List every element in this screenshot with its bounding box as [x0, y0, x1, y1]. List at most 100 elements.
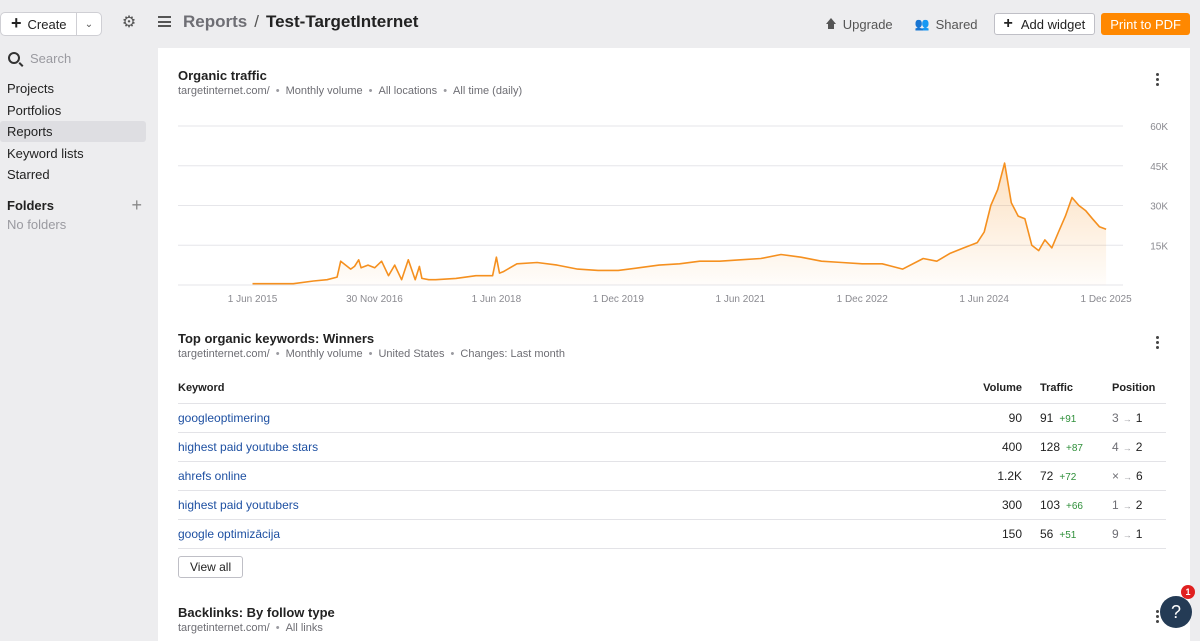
keyword-link[interactable]: ahrefs online	[178, 469, 247, 483]
shared-button[interactable]: 👥 Shared	[915, 17, 978, 32]
position-from: 1	[1112, 497, 1119, 512]
traffic-cell: 72 +72	[1022, 461, 1098, 491]
x-tick-label: 30 Nov 2016	[346, 294, 403, 305]
sidebar-item-reports[interactable]: Reports	[0, 121, 146, 142]
column-position[interactable]: Position	[1098, 373, 1166, 404]
table-row[interactable]: ahrefs online 1.2K 72 +72 × → 6	[178, 461, 1166, 491]
meta-target: targetinternet.com/	[178, 622, 270, 634]
create-button[interactable]: + Create	[1, 13, 77, 35]
traffic-delta: +72	[1059, 471, 1077, 483]
position-from: 4	[1112, 439, 1119, 454]
volume-cell: 400	[942, 432, 1022, 462]
column-keyword[interactable]: Keyword	[178, 373, 942, 404]
position-cell: 9 → 1	[1098, 519, 1166, 549]
winners-menu-icon[interactable]	[1156, 336, 1160, 349]
organic-traffic-title: Organic traffic	[178, 68, 267, 83]
upgrade-button[interactable]: Upgrade	[825, 17, 893, 32]
breadcrumb-separator: /	[254, 12, 259, 31]
meta-volume: Monthly volume	[285, 85, 363, 97]
y-tick-label: 45K	[1150, 162, 1168, 173]
arrow-right-icon: →	[1123, 471, 1133, 482]
keyword-cell: ahrefs online	[178, 461, 942, 491]
keyword-cell: highest paid youtubers	[178, 490, 942, 520]
keyword-link[interactable]: highest paid youtube stars	[178, 440, 318, 454]
y-tick-label: 30K	[1150, 202, 1168, 213]
arrow-right-icon: →	[1122, 500, 1132, 511]
x-tick-label: 1 Jun 2024	[959, 294, 1009, 305]
keyword-link[interactable]: google optimizācija	[178, 527, 280, 541]
shared-label: Shared	[935, 16, 978, 32]
traffic-value: 91	[1040, 410, 1054, 425]
add-widget-button[interactable]: + Add widget	[993, 13, 1096, 35]
traffic-cell: 103 +66	[1022, 490, 1098, 520]
table-row[interactable]: highest paid youtubers 300 103 +66 1 → 2	[178, 490, 1166, 520]
column-traffic[interactable]: Traffic	[1022, 373, 1098, 404]
search-input[interactable]: Search	[0, 46, 152, 70]
position-to: 1	[1135, 410, 1143, 425]
traffic-cell: 128 +87	[1022, 432, 1098, 462]
keyword-cell: google optimizācija	[178, 519, 942, 549]
breadcrumb-reports[interactable]: Reports	[183, 12, 247, 32]
meta-changes: Changes: Last month	[460, 348, 565, 360]
traffic-delta: +91	[1059, 413, 1077, 425]
no-folders-text: No folders	[7, 217, 67, 232]
chevron-down-icon[interactable]: ⌄	[77, 13, 101, 35]
traffic-cell: 91 +91	[1022, 403, 1098, 433]
report-canvas: Organic traffic targetinternet.com/• Mon…	[158, 48, 1190, 641]
x-tick-label: 1 Jun 2021	[716, 294, 766, 305]
plus-icon: +	[11, 13, 22, 33]
position-from: 9	[1112, 526, 1119, 541]
arrow-right-icon: →	[1122, 442, 1132, 453]
print-to-pdf-button[interactable]: Print to PDF	[1101, 13, 1190, 35]
folders-title: Folders	[7, 197, 54, 213]
keyword-cell: highest paid youtube stars	[178, 432, 942, 462]
organic-traffic-menu-icon[interactable]	[1156, 73, 1160, 86]
users-icon: 👥	[914, 17, 930, 31]
table-header-row: Keyword Volume Traffic Position	[178, 373, 1166, 404]
meta-location: All locations	[378, 85, 438, 97]
keyword-link[interactable]: highest paid youtubers	[178, 498, 299, 512]
search-placeholder: Search	[30, 50, 72, 66]
x-tick-label: 1 Dec 2022	[837, 294, 889, 305]
position-cell: × → 6	[1098, 461, 1166, 491]
menu-icon[interactable]	[158, 16, 171, 27]
view-all-button[interactable]: View all	[178, 556, 244, 578]
header-actions: Upgrade 👥 Shared + Add widget Print to P…	[825, 13, 1190, 35]
sidebar-item-starred[interactable]: Starred	[0, 164, 146, 185]
position-cell: 4 → 2	[1098, 432, 1166, 462]
upgrade-icon	[825, 18, 837, 30]
meta-target: targetinternet.com/	[178, 85, 270, 97]
volume-cell: 150	[942, 519, 1022, 549]
sidebar-item-keyword-lists[interactable]: Keyword lists	[0, 143, 146, 164]
table-row[interactable]: highest paid youtube stars 400 128 +87 4 → 2	[178, 432, 1166, 462]
x-tick-label: 1 Dec 2025	[1081, 294, 1133, 305]
volume-cell: 300	[942, 490, 1022, 520]
keyword-link[interactable]: googleoptimering	[178, 411, 270, 425]
gear-icon[interactable]: ⚙	[120, 14, 138, 32]
sidebar-item-portfolios[interactable]: Portfolios	[0, 100, 146, 121]
create-label: Create	[27, 16, 67, 32]
table-row[interactable]: google optimizācija 150 56 +51 9 → 1	[178, 519, 1166, 549]
meta-range: All time (daily)	[453, 85, 523, 97]
position-to: 6	[1136, 468, 1143, 483]
table-row[interactable]: googleoptimering 90 91 +91 3 → 1	[178, 403, 1166, 433]
help-button[interactable]: ?	[1160, 596, 1192, 628]
sidebar-item-projects[interactable]: Projects	[0, 78, 146, 99]
x-tick-label: 1 Jun 2018	[472, 294, 522, 305]
meta-location: United States	[378, 348, 445, 360]
position-from: 3	[1112, 410, 1119, 425]
organic-traffic-meta: targetinternet.com/• Monthly volume • All…	[178, 85, 523, 97]
y-tick-label: 15K	[1150, 241, 1168, 252]
traffic-delta: +66	[1066, 500, 1083, 512]
sidebar-nav: Projects Portfolios Reports Keyword list…	[0, 78, 152, 185]
arrow-right-icon: →	[1122, 413, 1132, 424]
meta-volume: Monthly volume	[285, 348, 363, 360]
traffic-value: 56	[1040, 526, 1054, 541]
create-button-group: + Create ⌄	[0, 12, 102, 36]
traffic-value: 128	[1040, 439, 1061, 454]
traffic-value: 72	[1040, 468, 1054, 483]
traffic-area	[252, 163, 1107, 285]
column-volume[interactable]: Volume	[942, 373, 1022, 404]
notification-badge: 1	[1181, 585, 1195, 599]
add-folder-icon[interactable]: +	[131, 196, 142, 214]
